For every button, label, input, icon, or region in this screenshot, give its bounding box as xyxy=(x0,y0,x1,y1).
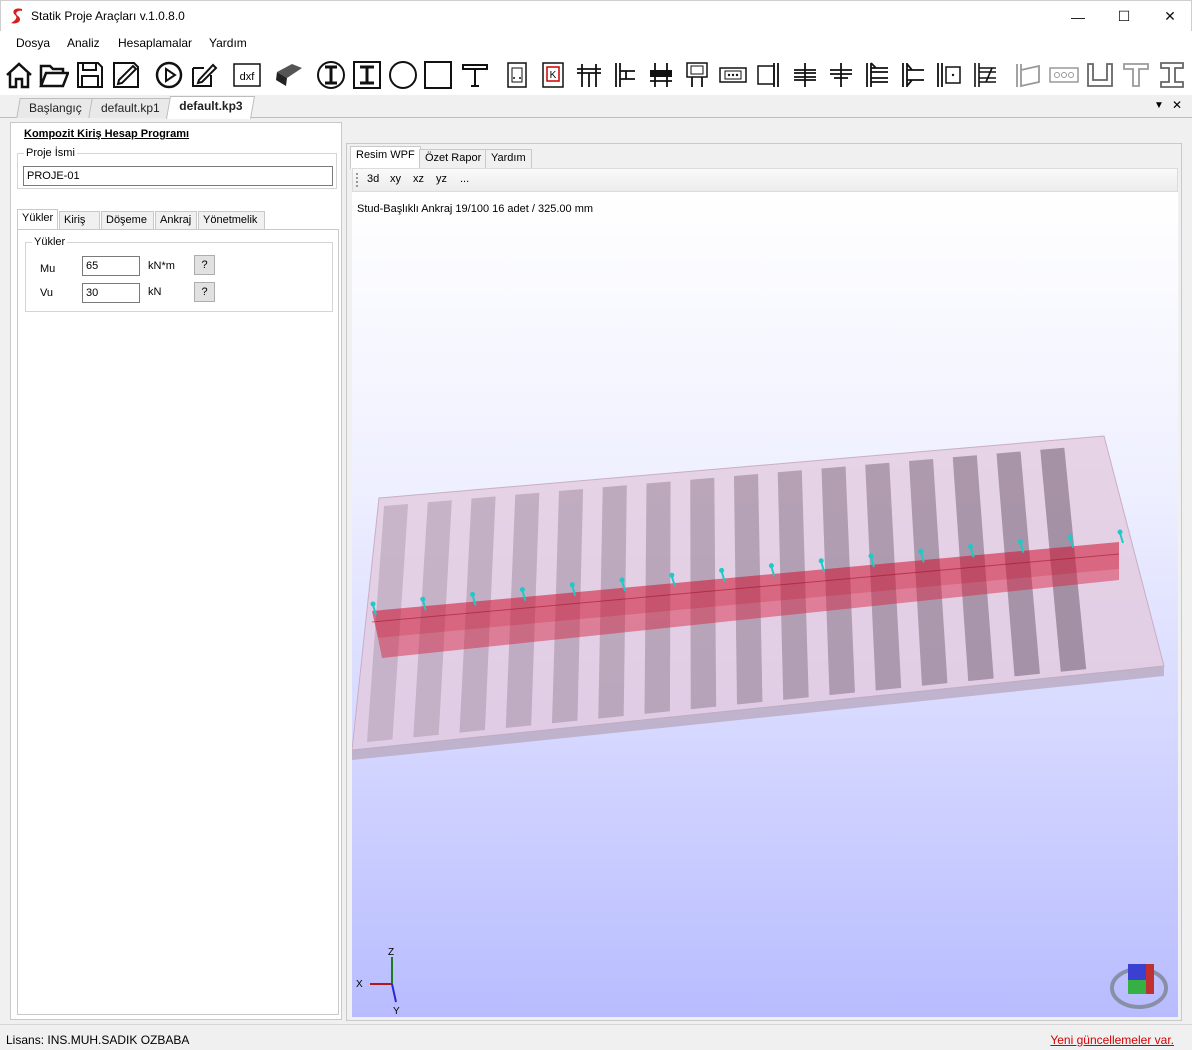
tab-doseme[interactable]: Döşeme xyxy=(101,211,154,229)
menu-bar: Dosya Analiz Hesaplamalar Yardım xyxy=(0,31,1192,55)
tab-ozet-rapor[interactable]: Özet Rapor xyxy=(419,149,488,168)
x-axis-label: X xyxy=(356,979,363,990)
t-crane-icon[interactable] xyxy=(459,58,491,92)
mu-label: Mu xyxy=(40,263,56,275)
menu-hesaplamalar[interactable]: Hesaplamalar xyxy=(118,36,192,50)
z-axis-label: Z xyxy=(388,947,394,958)
plate-3d-icon[interactable] xyxy=(273,58,305,92)
composite-beam-3d-model: Z X Y xyxy=(352,435,1168,1017)
stiffened-end-plate-icon[interactable] xyxy=(933,58,965,92)
y-axis-line xyxy=(391,983,397,1003)
minimize-button[interactable]: — xyxy=(1055,1,1101,32)
tab-resim-wpf[interactable]: Resim WPF xyxy=(350,146,421,169)
vu-unit: kN xyxy=(148,286,162,298)
end-plate-icon[interactable] xyxy=(861,58,893,92)
loads-legend: Yükler xyxy=(32,236,68,248)
circle-section-icon[interactable] xyxy=(387,58,419,92)
document-tab-strip: Başlangıç default.kp1 default.kp3 ▼ ✕ xyxy=(0,95,1192,119)
save-icon[interactable] xyxy=(74,58,106,92)
column-base-icon[interactable] xyxy=(501,58,533,92)
i-beam-icon[interactable] xyxy=(1156,58,1188,92)
tab-baslangic[interactable]: Başlangıç xyxy=(16,98,95,118)
view-xy-button[interactable]: xy xyxy=(390,173,401,185)
tab-close-icon[interactable]: ✕ xyxy=(1172,98,1182,112)
view-3d-button[interactable]: 3d xyxy=(367,173,379,185)
column-wall-icon[interactable] xyxy=(1012,58,1044,92)
maximize-button[interactable]: ☐ xyxy=(1101,1,1147,32)
status-bar: Lisans: INS.MUH.SADIK OZBABA Yeni güncel… xyxy=(0,1024,1192,1050)
double-beam-icon[interactable] xyxy=(789,58,821,92)
vu-input[interactable]: 30 xyxy=(82,283,140,303)
i-section-circle-icon[interactable] xyxy=(315,58,347,92)
tab-list-dropdown-icon[interactable]: ▼ xyxy=(1154,100,1164,111)
app-logo-icon xyxy=(11,8,22,24)
main-toolbar: dxf K xyxy=(0,55,1192,95)
bracket-icon[interactable] xyxy=(753,58,785,92)
output-panel: Resim WPF Özet Rapor Yardım 3d xy xz yz … xyxy=(346,143,1182,1021)
tab-ankraj[interactable]: Ankraj xyxy=(155,211,197,229)
view-xz-button[interactable]: xz xyxy=(413,173,424,185)
project-name-group: Proje İsmi PROJE-01 xyxy=(17,147,337,189)
edit-pencil-icon[interactable] xyxy=(188,58,220,92)
loads-group: Yükler Mu 65 kN*m ? Vu 30 kN ? xyxy=(25,236,333,312)
view-more-button[interactable]: ... xyxy=(460,173,469,185)
svg-text:K: K xyxy=(550,70,557,81)
tab-yardim[interactable]: Yardım xyxy=(485,149,532,168)
update-link[interactable]: Yeni güncellemeler var. xyxy=(1050,1033,1174,1047)
view-cube-icon[interactable] xyxy=(1110,964,1168,1009)
t-section-icon[interactable] xyxy=(1120,58,1152,92)
rect-section-icon[interactable] xyxy=(422,58,454,92)
tab-default-kp3[interactable]: default.kp3 xyxy=(165,96,256,119)
k-base-icon[interactable]: K xyxy=(537,58,569,92)
bolt-pattern-icon[interactable] xyxy=(1048,58,1080,92)
tab-yukler[interactable]: Yükler xyxy=(17,209,58,230)
tab-default-kp1[interactable]: default.kp1 xyxy=(88,98,173,118)
double-end-plate-icon[interactable] xyxy=(897,58,929,92)
home-icon[interactable] xyxy=(3,58,35,92)
view-toolbar: 3d xy xz yz ... xyxy=(352,168,1178,192)
edit-drawing-icon[interactable] xyxy=(110,58,142,92)
view-yz-button[interactable]: yz xyxy=(436,173,447,185)
vu-help-button[interactable]: ? xyxy=(194,282,215,302)
project-name-input[interactable]: PROJE-01 xyxy=(23,166,333,186)
moment-connection-icon[interactable] xyxy=(645,58,677,92)
open-folder-icon[interactable] xyxy=(38,58,70,92)
3d-viewport[interactable]: Stud-Başlıklı Ankraj 19/100 16 adet / 32… xyxy=(352,192,1178,1017)
menu-dosya[interactable]: Dosya xyxy=(16,36,50,50)
menu-yardim[interactable]: Yardım xyxy=(209,36,247,50)
splice-icon[interactable] xyxy=(717,58,749,92)
loads-tab-page: Yükler Mu 65 kN*m ? Vu 30 kN ? xyxy=(17,229,339,1015)
side-connection-icon[interactable] xyxy=(609,58,641,92)
toolbar-grip xyxy=(356,173,358,187)
tab-yonetmelik[interactable]: Yönetmelik xyxy=(198,211,265,229)
menu-analiz[interactable]: Analiz xyxy=(67,36,100,50)
program-title: Kompozit Kiriş Hesap Programı xyxy=(24,128,190,140)
license-text: Lisans: INS.MUH.SADIK OZBABA xyxy=(6,1033,190,1047)
window-title: Statik Proje Araçları v.1.0.8.0 xyxy=(31,9,185,23)
close-button[interactable]: ✕ xyxy=(1147,1,1192,32)
beam-column-icon[interactable] xyxy=(573,58,605,92)
run-icon[interactable] xyxy=(153,58,185,92)
mu-unit: kN*m xyxy=(148,260,175,272)
mu-help-button[interactable]: ? xyxy=(194,255,215,275)
svg-text:dxf: dxf xyxy=(240,71,256,83)
u-channel-icon[interactable] xyxy=(1084,58,1116,92)
y-axis-label: Y xyxy=(393,1006,400,1017)
input-panel: Kompozit Kiriş Hesap Programı Proje İsmi… xyxy=(10,122,342,1020)
dxf-export-icon[interactable]: dxf xyxy=(231,58,263,92)
beam-seat-icon[interactable] xyxy=(825,58,857,92)
project-name-legend: Proje İsmi xyxy=(24,147,77,159)
stiffener-plate-icon[interactable] xyxy=(969,58,1001,92)
tab-kiris[interactable]: Kiriş xyxy=(59,211,100,229)
vu-label: Vu xyxy=(40,287,54,299)
i-section-square-icon[interactable] xyxy=(351,58,383,92)
mu-input[interactable]: 65 xyxy=(82,256,140,276)
bolted-plate-icon[interactable] xyxy=(681,58,713,92)
axis-triad: Z X Y xyxy=(356,947,400,1017)
title-bar: Statik Proje Araçları v.1.0.8.0 — ☐ ✕ xyxy=(0,0,1192,31)
